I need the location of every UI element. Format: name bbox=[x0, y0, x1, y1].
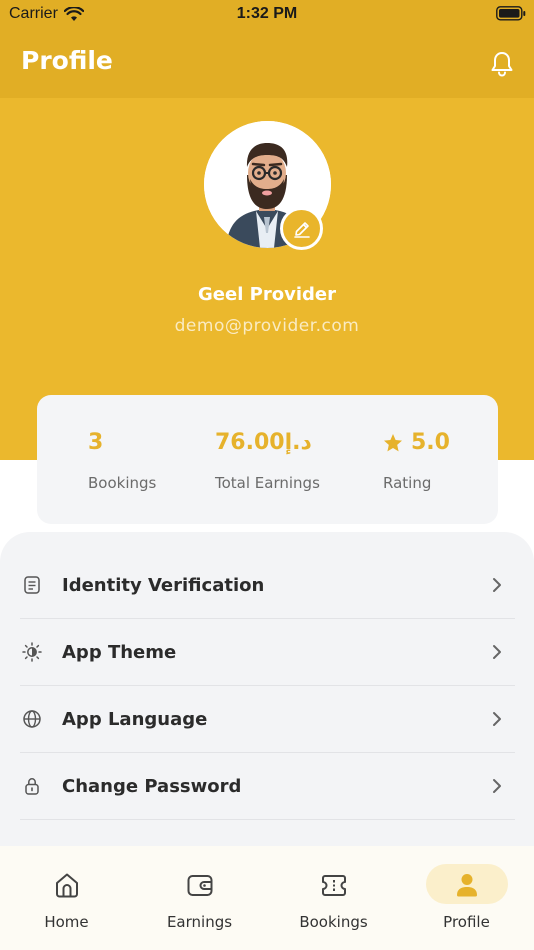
stat-bookings: 3 Bookings bbox=[37, 395, 187, 524]
menu-item-label: Identity Verification bbox=[62, 574, 265, 596]
menu-item-label: App Theme bbox=[62, 641, 177, 663]
ticket-icon bbox=[321, 875, 346, 896]
nav-profile[interactable]: Profile bbox=[400, 846, 533, 950]
wallet-icon bbox=[187, 875, 212, 896]
lock-icon bbox=[25, 778, 39, 795]
page-title: Profile bbox=[21, 46, 113, 75]
home-icon bbox=[55, 873, 78, 898]
chevron-right-icon bbox=[493, 578, 501, 592]
chevron-right-icon bbox=[493, 712, 501, 726]
chevron-right-icon bbox=[493, 645, 501, 659]
battery-icon bbox=[496, 6, 526, 21]
menu-item-app-language[interactable]: App Language bbox=[20, 686, 515, 753]
stats-card: 3 Bookings 76.00د.إ Total Earnings 5.0 R… bbox=[37, 395, 498, 524]
earnings-label: Total Earnings bbox=[215, 474, 320, 492]
person-icon bbox=[456, 874, 477, 897]
nav-label: Profile bbox=[443, 913, 490, 931]
brightness-icon bbox=[22, 642, 42, 662]
nav-home[interactable]: Home bbox=[0, 846, 133, 950]
user-email: demo@provider.com bbox=[174, 316, 360, 336]
bookings-count: 3 bbox=[88, 430, 104, 455]
stat-earnings: 76.00د.إ Total Earnings bbox=[187, 395, 347, 524]
document-icon bbox=[24, 576, 40, 594]
bookings-label: Bookings bbox=[88, 474, 157, 492]
menu-item-app-theme[interactable]: App Theme bbox=[20, 619, 515, 686]
nav-label: Home bbox=[44, 913, 89, 931]
menu-item-label: App Language bbox=[62, 708, 208, 730]
status-time: 1:32 PM bbox=[236, 5, 298, 22]
status-bar: Carrier 1:32 PM bbox=[0, 0, 534, 28]
menu-item-label: Change Password bbox=[62, 775, 242, 797]
user-name: Geel Provider bbox=[198, 284, 336, 305]
chevron-right-icon bbox=[493, 779, 501, 793]
nav-bookings[interactable]: Bookings bbox=[267, 846, 400, 950]
pencil-icon bbox=[293, 221, 310, 238]
menu-item-identity-verification[interactable]: Identity Verification bbox=[20, 552, 515, 619]
earnings-amount: 76.00د.إ bbox=[215, 430, 312, 455]
settings-menu: Identity Verification App Theme App Lang… bbox=[0, 532, 534, 862]
bell-icon[interactable] bbox=[489, 50, 515, 78]
app-bar: Profile bbox=[0, 28, 534, 98]
rating-value: 5.0 bbox=[411, 430, 450, 455]
nav-label: Earnings bbox=[166, 913, 233, 931]
edit-avatar-button[interactable] bbox=[280, 207, 323, 250]
rating-label: Rating bbox=[383, 474, 432, 492]
nav-earnings[interactable]: Earnings bbox=[133, 846, 266, 950]
menu-item-change-password[interactable]: Change Password bbox=[20, 753, 515, 820]
star-icon bbox=[384, 433, 402, 451]
stat-rating: 5.0 Rating bbox=[347, 395, 498, 524]
bottom-navigation: Home Earnings Bookings Profile bbox=[0, 846, 534, 950]
nav-label: Bookings bbox=[299, 913, 368, 931]
globe-icon bbox=[23, 710, 41, 728]
